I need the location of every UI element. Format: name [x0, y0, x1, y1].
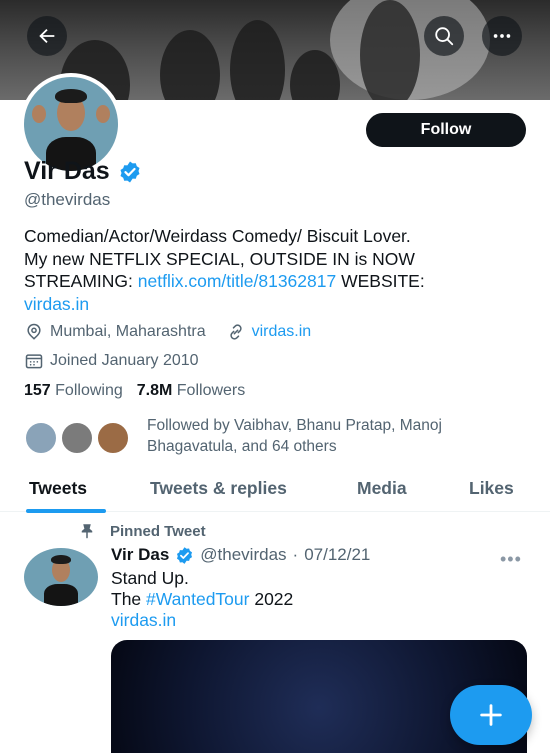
tweet-text: The: [111, 589, 147, 609]
calendar-icon: [25, 354, 43, 369]
verified-badge-icon: [120, 161, 140, 182]
tweet-body: Stand Up. The #WantedTour 2022 virdas.in: [111, 568, 293, 631]
tweet-separator: ·: [292, 545, 299, 564]
compose-tweet-button[interactable]: [450, 685, 532, 745]
followers-label: Followers: [176, 382, 246, 399]
followed-by-line: Bhagavatula, and 64 others: [147, 438, 337, 455]
following-count: 157: [24, 382, 51, 399]
avatar: [24, 421, 58, 455]
pinned-text: Pinned Tweet: [110, 522, 206, 540]
tweet-header: Vir Das @thevirdas · 07/12/21: [111, 545, 370, 565]
link-icon: [230, 324, 242, 340]
followed-by-line: Followed by Vaibhav, Bhanu Pratap, Manoj: [147, 417, 442, 434]
active-tab-indicator: [26, 509, 106, 513]
arrow-left-icon: [39, 28, 55, 44]
bio-netflix-link[interactable]: netflix.com/title/81362817: [138, 271, 336, 291]
tweet-author-handle[interactable]: @thevirdas: [200, 545, 286, 565]
tweet-hashtag[interactable]: #WantedTour: [146, 589, 249, 609]
pin-icon: [81, 524, 93, 539]
tweet-more-icon[interactable]: •••: [500, 549, 522, 570]
profile-tabs: Tweets Tweets & replies Media Likes: [0, 468, 550, 513]
profile-name-row: Vir Das: [24, 157, 142, 186]
profile-location: Mumbai, Maharashtra: [50, 323, 206, 340]
avatar: [60, 421, 94, 455]
tweet-author-name[interactable]: Vir Das: [111, 545, 169, 565]
tab-tweets-replies[interactable]: Tweets & replies: [150, 478, 287, 499]
tweet-text: 2022: [249, 589, 294, 609]
tab-media[interactable]: Media: [357, 478, 407, 499]
bio-line: My new NETFLIX SPECIAL, OUTSIDE IN is NO…: [24, 248, 415, 269]
tab-likes[interactable]: Likes: [469, 478, 514, 499]
verified-badge-icon: [177, 546, 193, 564]
profile-joined-row: Joined January 2010: [24, 351, 199, 371]
more-button[interactable]: [482, 16, 522, 56]
bio-line: Comedian/Actor/Weirdass Comedy/ Biscuit …: [24, 226, 411, 246]
location-pin-icon: [27, 323, 41, 340]
follow-button[interactable]: Follow: [366, 113, 526, 147]
followers-stat[interactable]: 7.8M Followers: [137, 382, 246, 400]
tweet-date[interactable]: 07/12/21: [304, 545, 370, 565]
more-horizontal-icon: [493, 34, 511, 38]
tab-tweets[interactable]: Tweets: [29, 478, 87, 499]
bio-line: STREAMING: netflix.com/title/81362817 WE…: [24, 270, 534, 293]
search-button[interactable]: [424, 16, 464, 56]
tweet-author-avatar[interactable]: [24, 548, 98, 606]
profile-name: Vir Das: [24, 157, 110, 185]
tweet-line: The #WantedTour 2022: [111, 589, 293, 610]
avatar: [96, 421, 130, 455]
bio-text: STREAMING:: [24, 271, 138, 291]
profile-website-link[interactable]: virdas.in: [252, 323, 312, 341]
back-button[interactable]: [27, 16, 67, 56]
profile-joined: Joined January 2010: [50, 352, 199, 369]
profile-bio: Comedian/Actor/Weirdass Comedy/ Biscuit …: [24, 225, 534, 315]
bio-website-link[interactable]: virdas.in: [24, 294, 89, 314]
bio-text: WEBSITE:: [336, 271, 425, 291]
followed-by-text[interactable]: Followed by Vaibhav, Bhanu Pratap, Manoj…: [147, 415, 527, 457]
profile-meta-row: Mumbai, Maharashtra virdas.in: [24, 322, 311, 342]
tweet-link[interactable]: virdas.in: [111, 610, 176, 630]
compose-plus-icon: [480, 704, 502, 726]
followers-count: 7.8M: [136, 382, 173, 399]
profile-handle: @thevirdas: [24, 190, 111, 209]
profile-stats: 157 Following 7.8M Followers: [24, 382, 245, 400]
following-stat[interactable]: 157 Following: [24, 382, 123, 400]
tweet-line: Stand Up.: [111, 568, 189, 588]
search-icon: [435, 27, 454, 46]
following-label: Following: [55, 382, 123, 399]
pinned-tweet-label: Pinned Tweet: [78, 522, 206, 540]
